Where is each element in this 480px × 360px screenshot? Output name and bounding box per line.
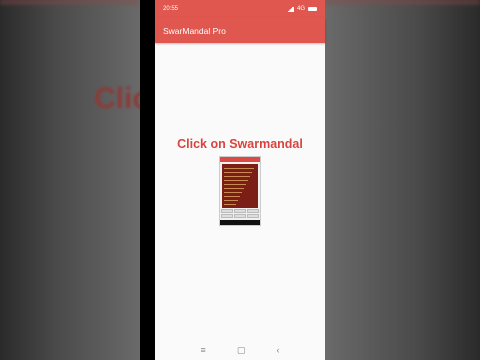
preview-button xyxy=(221,214,233,218)
status-time: 20:55 xyxy=(163,6,179,12)
battery-icon xyxy=(308,7,317,11)
app-title: SwarMandal Pro xyxy=(163,25,226,36)
preview-button xyxy=(221,209,233,213)
blurred-background-left: Click on xyxy=(0,0,140,360)
blurred-background-right: andal xyxy=(325,0,480,360)
preview-string xyxy=(224,172,252,173)
preview-string xyxy=(224,180,248,181)
preview-string xyxy=(224,204,236,205)
network-label: 4G xyxy=(296,6,305,12)
background-band xyxy=(325,0,480,4)
status-icons: 4G xyxy=(285,6,317,12)
preview-button xyxy=(234,214,246,218)
preview-string xyxy=(224,176,250,177)
system-nav-bar: ≡ ▢ ‹ xyxy=(155,340,325,360)
preview-string xyxy=(224,192,242,193)
app-preview-thumbnail[interactable] xyxy=(219,156,261,226)
instruction-headline: Click on Swarmandal xyxy=(177,137,303,151)
preview-string xyxy=(224,200,238,201)
preview-button xyxy=(247,214,259,218)
preview-app-bar xyxy=(220,157,260,162)
preview-string xyxy=(224,196,240,197)
ghost-text-left: Click on xyxy=(94,82,140,115)
phone-screen: 20:55 4G SwarMandal Pro Click on Swarman… xyxy=(155,0,325,360)
preview-button xyxy=(234,209,246,213)
background-band xyxy=(0,0,140,4)
home-icon[interactable]: ▢ xyxy=(237,345,246,356)
back-icon[interactable]: ‹ xyxy=(276,345,279,355)
preview-buttons xyxy=(221,209,260,218)
app-bar: SwarMandal Pro xyxy=(155,18,325,43)
status-bar: 20:55 4G xyxy=(155,0,325,18)
signal-icon xyxy=(285,6,294,12)
preview-string xyxy=(224,168,254,169)
preview-string-list xyxy=(222,164,258,208)
preview-string xyxy=(224,184,246,185)
preview-string xyxy=(224,188,244,189)
preview-nav-bar xyxy=(220,220,260,225)
menu-icon[interactable]: ≡ xyxy=(201,345,206,355)
preview-button xyxy=(247,209,259,213)
